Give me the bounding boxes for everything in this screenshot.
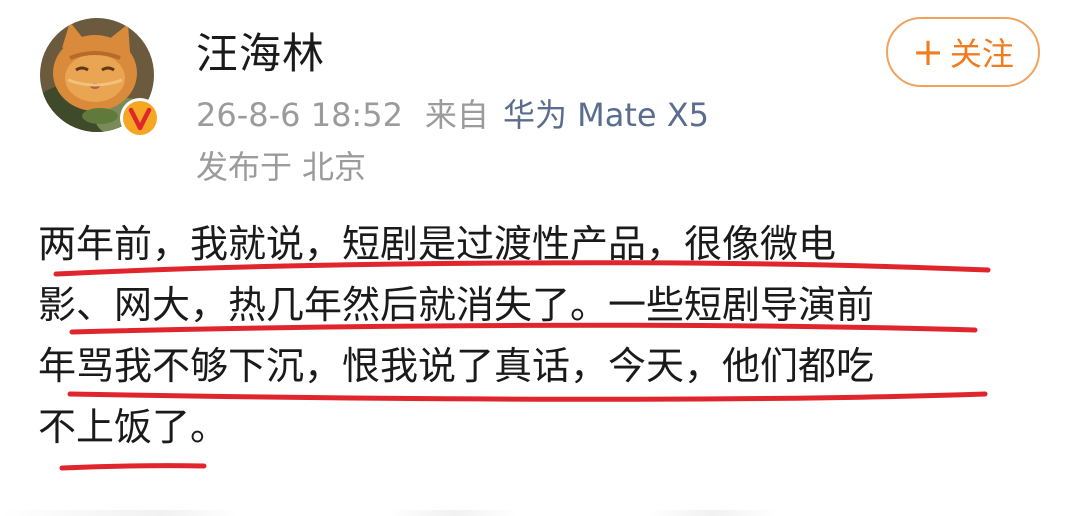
post-text-line: 影、网大，热几年然后就消失了。一些短剧导演前 [38,283,875,327]
post-location: 发布于 北京 [196,142,366,188]
post-timestamp: 26-8-6 18:52 [196,96,403,134]
post-text-line: 不上饭了。 [38,405,229,449]
device-link[interactable]: 华为 Mate X5 [503,96,709,134]
plus-icon: + [912,30,944,74]
follow-label: 关注 [949,35,1014,73]
bottom-divider [0,510,1080,516]
location-value: 北京 [302,148,367,186]
weibo-post: 汪海林 26-8-6 18:52 来自 华为 Mate X5 发布于 北京 + 关注 … [0,0,1080,516]
post-text-line: 年骂我不够下沉，恨我说了真话，今天，他们都吃 [38,344,875,388]
location-label: 发布于 [196,148,293,186]
post-meta: 26-8-6 18:52 来自 华为 Mate X5 [196,90,709,136]
underline-stroke [59,463,207,471]
verified-badge-icon [118,96,162,140]
follow-button[interactable]: + 关注 [886,17,1040,87]
post-content: 两年前，我就说，短剧是过渡性产品，很像微电 影、网大，热几年然后就消失了。一些短… [38,214,1048,458]
post-text-line: 两年前，我就说，短剧是过渡性产品，很像微电 [38,222,837,266]
from-label: 来自 [424,96,489,134]
username[interactable]: 汪海林 [196,20,325,81]
